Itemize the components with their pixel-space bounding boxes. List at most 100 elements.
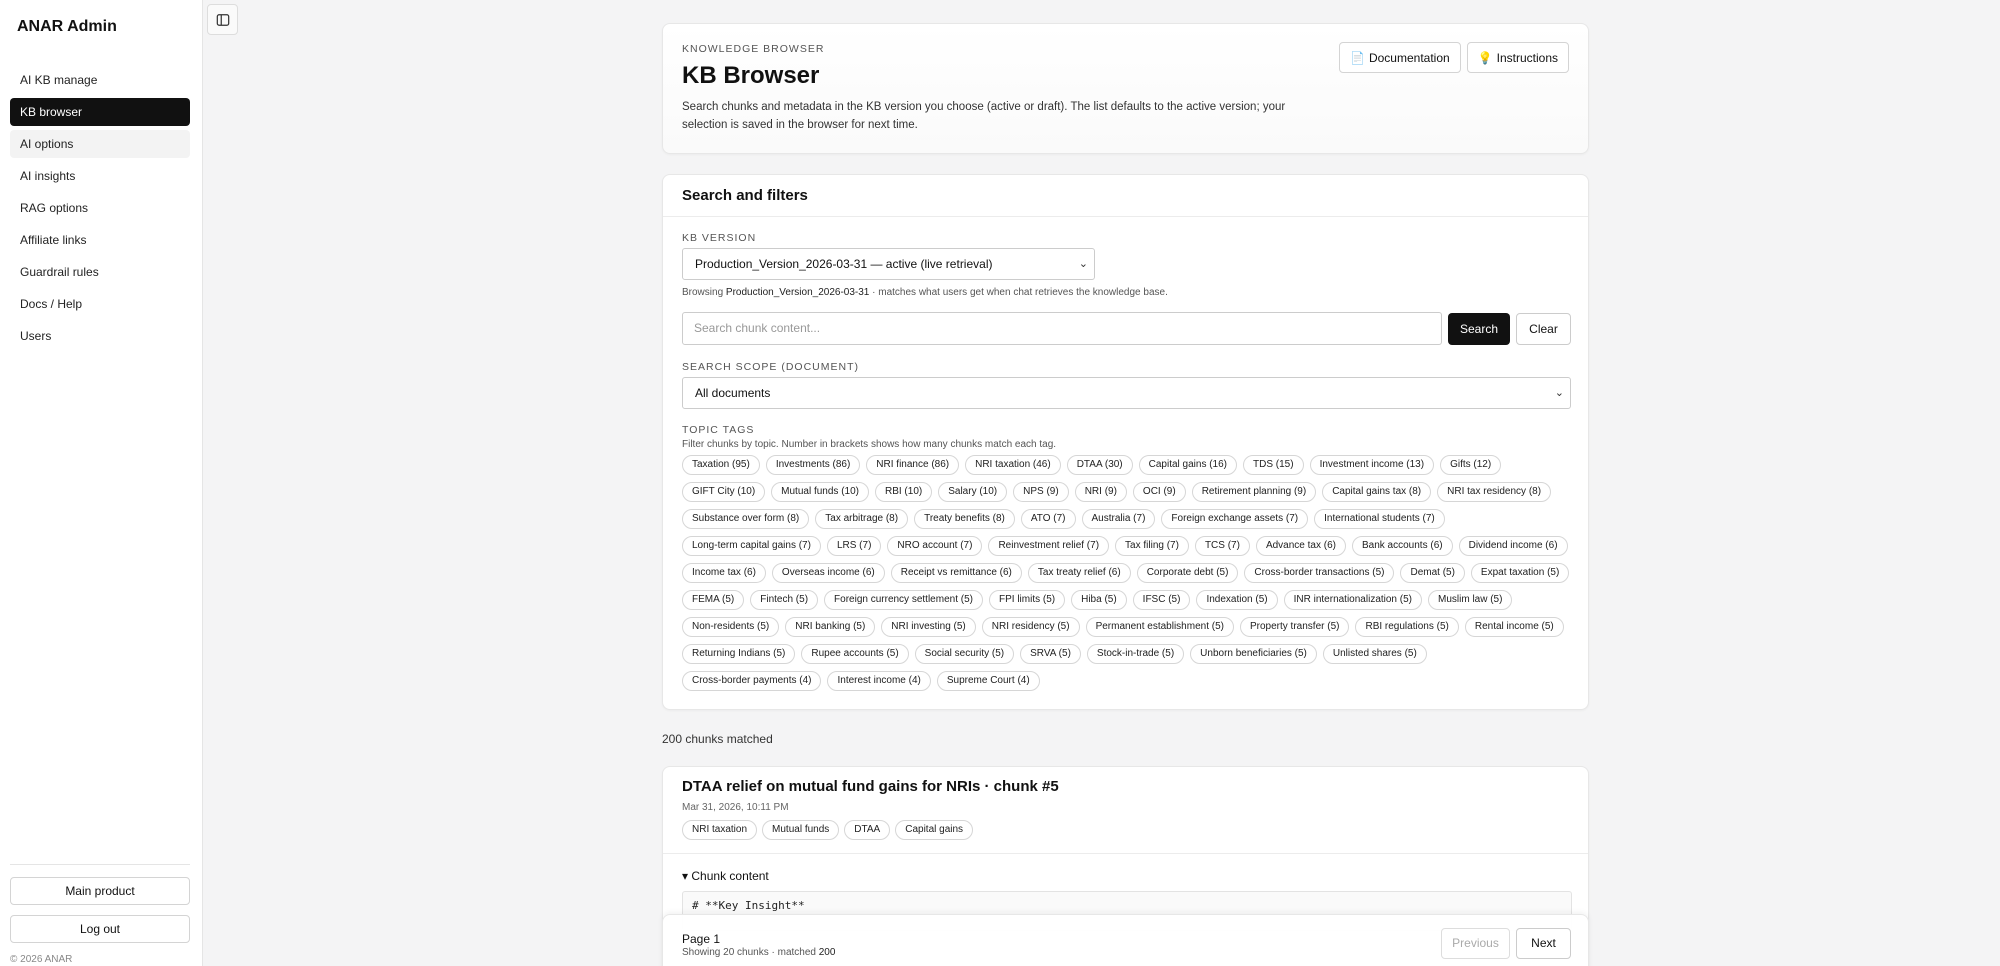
topic-tag[interactable]: Unborn beneficiaries (5) [1190,644,1317,664]
topic-tag[interactable]: Expat taxation (5) [1470,563,1570,583]
topic-tag[interactable]: NRI residency (5) [981,617,1080,637]
sidebar-item-guardrail-rules[interactable]: Guardrail rules [10,258,190,286]
topic-tag[interactable]: NRI tax residency (8) [1437,482,1552,502]
topic-tag[interactable]: Long-term capital gains (7) [682,536,821,556]
topic-tag[interactable]: Salary (10) [938,482,1008,502]
sidebar-item-ai-kb-manage[interactable]: AI KB manage [10,66,190,94]
topic-tag[interactable]: TDS (15) [1243,455,1304,475]
topic-tag[interactable]: Tax filing (7) [1115,536,1189,556]
topic-tag[interactable]: Supreme Court (4) [936,671,1040,691]
topic-tag[interactable]: Retirement planning (9) [1191,482,1317,502]
topic-tag[interactable]: Taxation (95) [682,455,760,475]
showing-info: Showing 20 chunks · matched 200 [682,947,836,958]
sidebar-toggle-button[interactable] [207,4,238,35]
kb-version-select[interactable]: Production_Version_2026-03-31 — active (… [682,248,1095,280]
topic-tag[interactable]: Australia (7) [1081,509,1156,529]
topic-tag[interactable]: Non-residents (5) [682,617,780,637]
topic-tag[interactable]: Advance tax (6) [1255,536,1346,556]
topic-tag[interactable]: Returning Indians (5) [682,644,796,664]
topic-tag[interactable]: FPI limits (5) [988,590,1066,610]
next-button[interactable]: Next [1516,928,1571,959]
topic-tag[interactable]: Gifts (12) [1440,455,1502,475]
instructions-button[interactable]: 💡 Instructions [1466,42,1569,73]
topic-tag[interactable]: Permanent establishment (5) [1085,617,1234,637]
topic-tag[interactable]: SRVA (5) [1020,644,1081,664]
topic-tag[interactable]: Income tax (6) [682,563,766,583]
topic-tag[interactable]: Corporate debt (5) [1136,563,1239,583]
topic-tag[interactable]: Substance over form (8) [682,509,810,529]
result-tag[interactable]: DTAA [844,820,891,840]
topic-tag[interactable]: Interest income (4) [827,671,931,691]
topic-tag[interactable]: IFSC (5) [1132,590,1191,610]
topic-tag[interactable]: Muslim law (5) [1428,590,1513,610]
result-tag[interactable]: NRI taxation [682,820,758,840]
topic-tag[interactable]: Reinvestment relief (7) [988,536,1110,556]
topic-tag[interactable]: LRS (7) [826,536,882,556]
sidebar-item-users[interactable]: Users [10,322,190,350]
topic-tag[interactable]: Social security (5) [914,644,1015,664]
topic-tag[interactable]: International students (7) [1314,509,1445,529]
topic-tag[interactable]: NRI finance (86) [866,455,960,475]
topic-tag[interactable]: RBI regulations (5) [1355,617,1459,637]
topic-tag[interactable]: Cross-border payments (4) [682,671,822,691]
topic-tag[interactable]: Tax arbitrage (8) [815,509,909,529]
result-tag[interactable]: Capital gains [895,820,974,840]
topic-tag[interactable]: NRO account (7) [887,536,983,556]
topic-tag[interactable]: NRI investing (5) [881,617,976,637]
chunk-content-toggle[interactable]: ▾ Chunk content [682,869,769,883]
topic-tag[interactable]: Unlisted shares (5) [1322,644,1427,664]
topic-tag[interactable]: DTAA (30) [1066,455,1133,475]
topic-tag[interactable]: Indexation (5) [1196,590,1278,610]
topic-tag[interactable]: Rental income (5) [1464,617,1564,637]
topic-tag[interactable]: Rupee accounts (5) [801,644,909,664]
topic-tag[interactable]: ATO (7) [1020,509,1076,529]
topic-tag[interactable]: Demat (5) [1400,563,1465,583]
topic-tag[interactable]: NRI taxation (46) [965,455,1061,475]
topic-tag[interactable]: NRI (9) [1074,482,1127,502]
topic-tag[interactable]: Cross-border transactions (5) [1244,563,1395,583]
topic-tag[interactable]: FEMA (5) [682,590,745,610]
topic-tag[interactable]: Bank accounts (6) [1351,536,1453,556]
topic-tag[interactable]: Investments (86) [765,455,861,475]
search-button[interactable]: Search [1448,313,1510,345]
result-tag[interactable]: Mutual funds [762,820,840,840]
previous-button[interactable]: Previous [1441,928,1510,959]
sidebar-item-ai-options[interactable]: AI options [10,130,190,158]
clear-button[interactable]: Clear [1516,313,1571,345]
topic-tag[interactable]: TCS (7) [1194,536,1250,556]
topic-tag[interactable]: OCI (9) [1132,482,1186,502]
topic-tag[interactable]: GIFT City (10) [682,482,766,502]
topic-tag[interactable]: Stock-in-trade (5) [1086,644,1185,664]
topic-tag[interactable]: Foreign exchange assets (7) [1161,509,1309,529]
topic-tag[interactable]: Overseas income (6) [771,563,885,583]
sidebar-item-docs-help[interactable]: Docs / Help [10,290,190,318]
topic-tag[interactable]: Investment income (13) [1309,455,1435,475]
search-scope-select[interactable]: All documents ⌄ [682,377,1571,409]
sidebar-item-ai-insights[interactable]: AI insights [10,162,190,190]
topic-tag[interactable]: Treaty benefits (8) [914,509,1015,529]
topic-tag[interactable]: Foreign currency settlement (5) [824,590,983,610]
topic-tag[interactable]: NPS (9) [1013,482,1069,502]
topic-tag[interactable]: Mutual funds (10) [771,482,869,502]
topic-tag[interactable]: RBI (10) [874,482,933,502]
page-label: Page 1 [682,932,721,946]
topic-tag[interactable]: Property transfer (5) [1239,617,1350,637]
topic-tag[interactable]: Tax treaty relief (6) [1027,563,1131,583]
sidebar-item-kb-browser[interactable]: KB browser [10,98,190,126]
main-product-button[interactable]: Main product [10,877,190,905]
topic-tag[interactable]: Capital gains tax (8) [1322,482,1432,502]
topic-tag[interactable]: Capital gains (16) [1138,455,1238,475]
topic-tag[interactable]: INR internationalization (5) [1283,590,1422,610]
sidebar-item-rag-options[interactable]: RAG options [10,194,190,222]
result-title[interactable]: DTAA relief on mutual fund gains for NRI… [682,778,1059,795]
logout-button[interactable]: Log out [10,915,190,943]
topic-tag[interactable]: Receipt vs remittance (6) [890,563,1022,583]
sidebar-item-affiliate-links[interactable]: Affiliate links [10,226,190,254]
search-input[interactable]: Search chunk content... [682,312,1442,345]
topic-tag[interactable]: NRI banking (5) [785,617,876,637]
topic-tag[interactable]: Fintech (5) [750,590,819,610]
topic-tag[interactable]: Hiba (5) [1071,590,1127,610]
topic-tag[interactable]: Dividend income (6) [1458,536,1568,556]
document-icon: 📄 [1350,50,1365,65]
documentation-button[interactable]: 📄 Documentation [1339,42,1461,73]
